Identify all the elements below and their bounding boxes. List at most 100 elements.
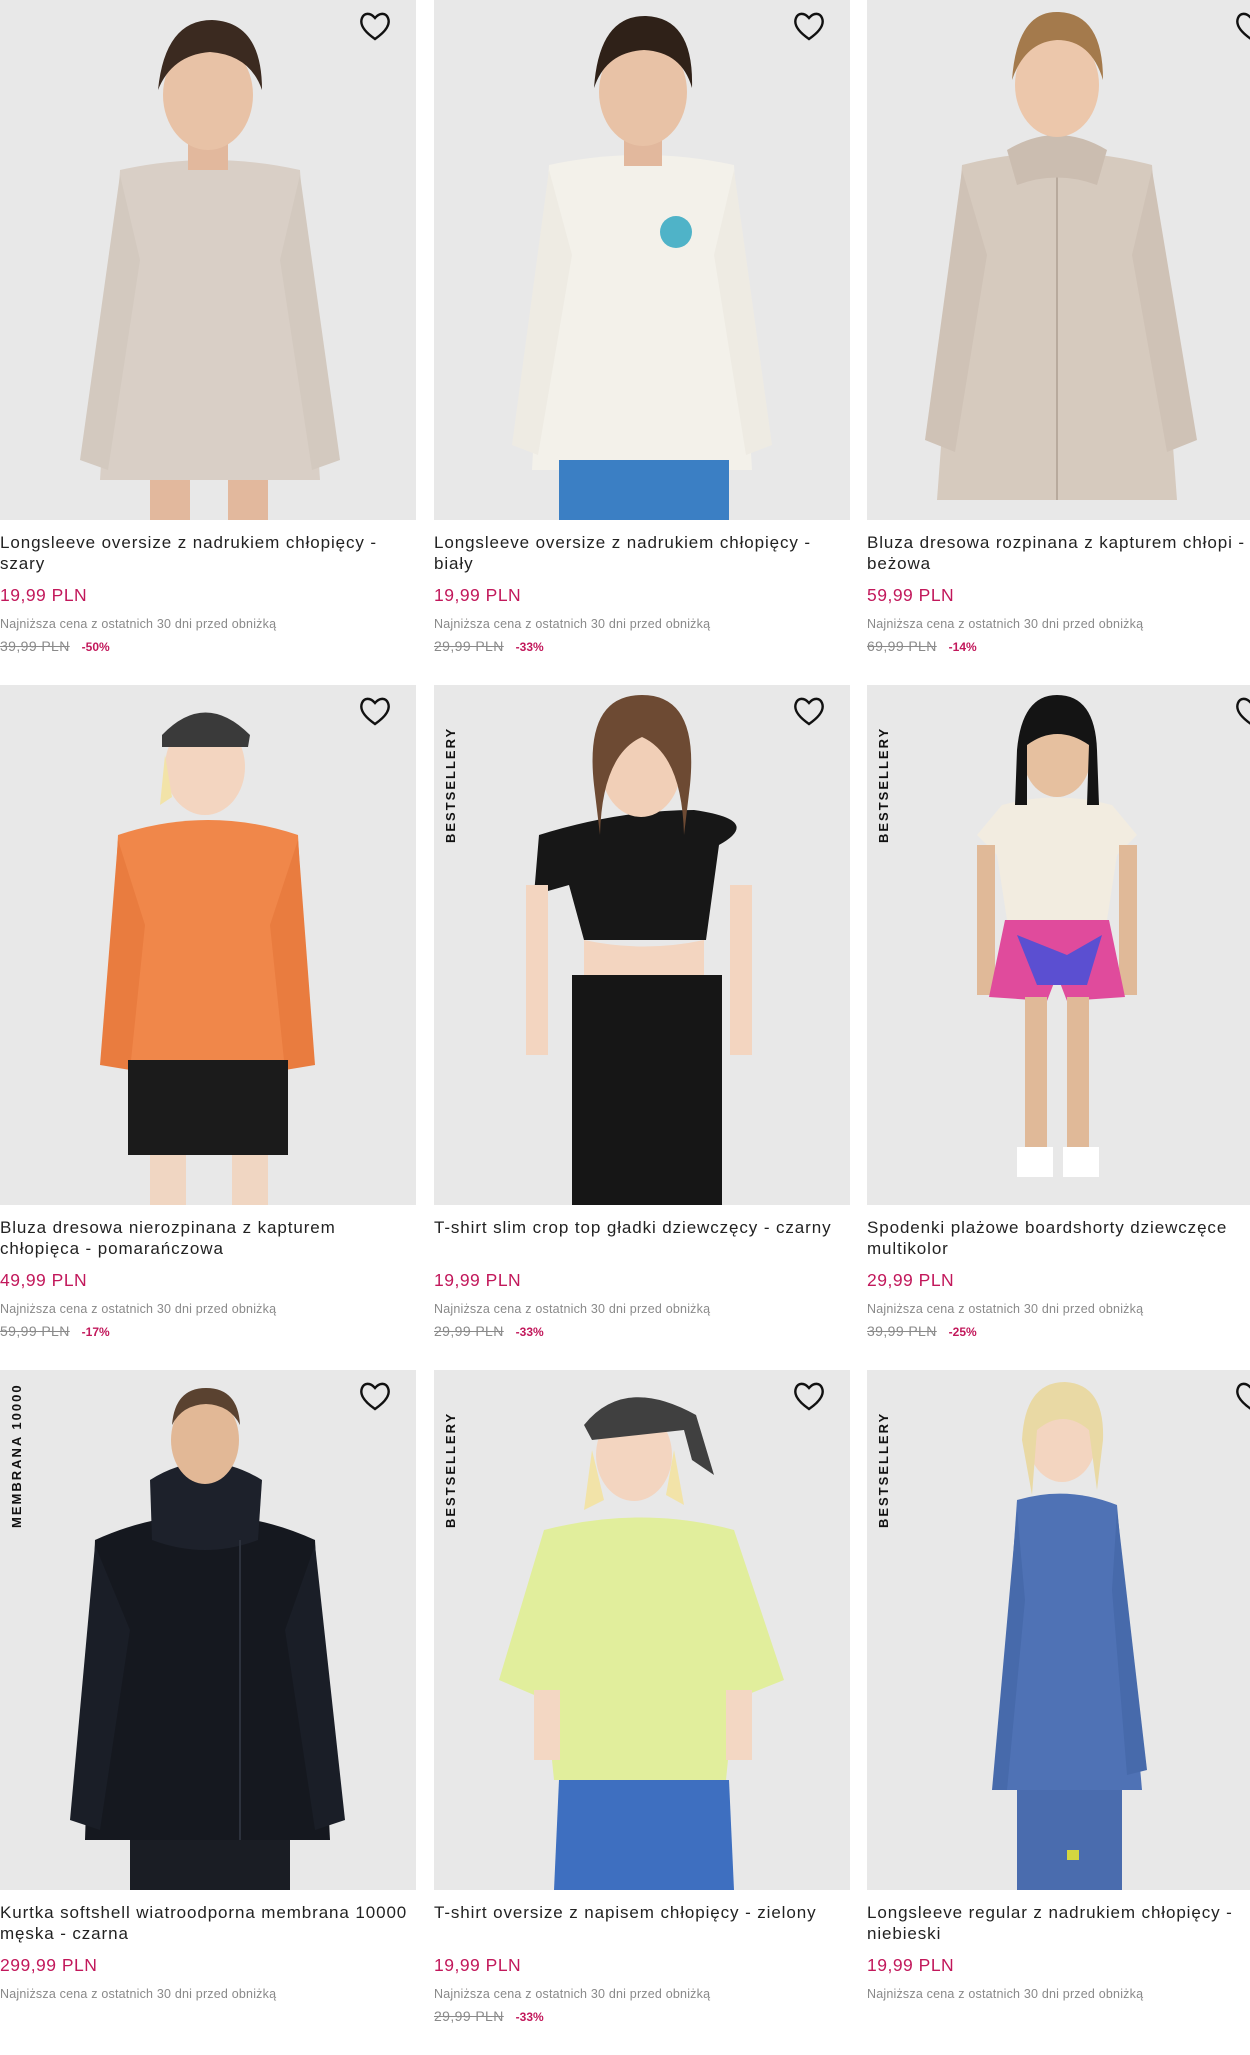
discount-badge: -50% [81, 640, 110, 654]
product-card[interactable]: MEMBRANA 10000 Kurtka softshell wiatrood… [0, 1370, 416, 2055]
product-info: T-shirt oversize z napisem chłopięcy - z… [434, 1902, 850, 2025]
product-info: T-shirt slim crop top gładki dziewczęcy … [434, 1217, 850, 1340]
old-price: 39,99 PLN [0, 638, 70, 654]
product-price: 29,99 PLN [867, 1270, 955, 1290]
lowest-price-note: Najniższa cena z ostatnich 30 dni przed … [867, 1987, 1144, 2001]
product-card[interactable]: Longsleeve oversize z nadrukiem chłopięc… [0, 0, 416, 685]
discount-badge: -33% [515, 2010, 544, 2024]
product-price: 19,99 PLN [0, 585, 88, 605]
product-badge: BESTSELLERY [875, 1378, 893, 1528]
favorite-heart-icon[interactable] [1234, 10, 1250, 42]
lowest-price-note: Najniższa cena z ostatnich 30 dni przed … [434, 1987, 711, 2001]
discount-badge: -14% [948, 640, 977, 654]
old-price: 29,99 PLN [434, 1323, 504, 1339]
old-price: 59,99 PLN [0, 1323, 70, 1339]
product-name[interactable]: Longsleeve oversize z nadrukiem chłopięc… [0, 532, 416, 574]
old-price-row: 29,99 PLN -33% [434, 1323, 850, 1340]
product-name[interactable]: Longsleeve oversize z nadrukiem chłopięc… [434, 532, 850, 574]
old-price-row: 69,99 PLN -14% [867, 638, 1250, 655]
product-photo [0, 685, 416, 1205]
product-card[interactable]: Bluza dresowa rozpinana z kapturem chłop… [867, 0, 1250, 685]
favorite-heart-icon[interactable] [792, 695, 826, 727]
product-name[interactable]: T-shirt oversize z napisem chłopięcy - z… [434, 1902, 850, 1944]
product-name[interactable]: Spodenki plażowe boardshorty dziewczęce … [867, 1217, 1250, 1259]
product-image[interactable] [434, 0, 850, 520]
favorite-heart-icon[interactable] [358, 695, 392, 727]
product-price: 19,99 PLN [867, 1955, 955, 1975]
product-name[interactable]: Longsleeve regular z nadrukiem chłopięcy… [867, 1902, 1250, 1944]
product-image[interactable] [0, 685, 416, 1205]
favorite-heart-icon[interactable] [792, 10, 826, 42]
product-info: Spodenki plażowe boardshorty dziewczęce … [867, 1217, 1250, 1340]
product-price: 59,99 PLN [867, 585, 955, 605]
product-photo [0, 0, 416, 520]
old-price-row: 39,99 PLN -25% [867, 1323, 1250, 1340]
product-name[interactable]: T-shirt slim crop top gładki dziewczęcy … [434, 1217, 850, 1259]
product-image[interactable]: BESTSELLERY [867, 685, 1250, 1205]
product-image[interactable]: BESTSELLERY [434, 685, 850, 1205]
product-info: Bluza dresowa nierozpinana z kapturem ch… [0, 1217, 416, 1340]
product-image[interactable] [867, 0, 1250, 520]
lowest-price-note: Najniższa cena z ostatnich 30 dni przed … [867, 617, 1144, 631]
product-badge: BESTSELLERY [442, 1378, 460, 1528]
favorite-heart-icon[interactable] [1234, 1380, 1250, 1412]
product-name[interactable]: Kurtka softshell wiatroodporna membrana … [0, 1902, 416, 1944]
favorite-heart-icon[interactable] [792, 1380, 826, 1412]
badge-label: BESTSELLERY [443, 726, 458, 843]
product-info: Bluza dresowa rozpinana z kapturem chłop… [867, 532, 1250, 655]
product-image[interactable]: BESTSELLERY [867, 1370, 1250, 1890]
product-photo [434, 1370, 850, 1890]
product-name[interactable]: Bluza dresowa rozpinana z kapturem chłop… [867, 532, 1250, 574]
product-card[interactable]: BESTSELLERY T-shirt oversize z napisem c… [434, 1370, 850, 2055]
product-photo [434, 685, 850, 1205]
old-price-row: 59,99 PLN -17% [0, 1323, 416, 1340]
product-info: Longsleeve oversize z nadrukiem chłopięc… [0, 532, 416, 655]
badge-label: MEMBRANA 10000 [9, 1383, 24, 1528]
product-info: Longsleeve regular z nadrukiem chłopięcy… [867, 1902, 1250, 2002]
product-info: Kurtka softshell wiatroodporna membrana … [0, 1902, 416, 2002]
product-name[interactable]: Bluza dresowa nierozpinana z kapturem ch… [0, 1217, 416, 1259]
product-photo [0, 1370, 416, 1890]
badge-label: BESTSELLERY [876, 726, 891, 843]
favorite-heart-icon[interactable] [358, 1380, 392, 1412]
discount-badge: -25% [948, 1325, 977, 1339]
product-info: Longsleeve oversize z nadrukiem chłopięc… [434, 532, 850, 655]
badge-label: BESTSELLERY [443, 1411, 458, 1528]
old-price-row: 39,99 PLN -50% [0, 638, 416, 655]
product-photo [434, 0, 850, 520]
product-image[interactable]: BESTSELLERY [434, 1370, 850, 1890]
old-price: 29,99 PLN [434, 638, 504, 654]
lowest-price-note: Najniższa cena z ostatnich 30 dni przed … [0, 1987, 277, 2001]
product-photo [867, 685, 1250, 1205]
favorite-heart-icon[interactable] [358, 10, 392, 42]
product-card[interactable]: Bluza dresowa nierozpinana z kapturem ch… [0, 685, 416, 1370]
product-badge: BESTSELLERY [442, 693, 460, 843]
product-card[interactable]: BESTSELLERY T-shirt slim crop top gładki… [434, 685, 850, 1370]
product-card[interactable]: Longsleeve oversize z nadrukiem chłopięc… [434, 0, 850, 685]
product-card[interactable]: BESTSELLERY Longsleeve regular z nadruki… [867, 1370, 1250, 2055]
discount-badge: -17% [81, 1325, 110, 1339]
old-price-row: 29,99 PLN -33% [434, 2008, 850, 2025]
product-image[interactable]: MEMBRANA 10000 [0, 1370, 416, 1890]
favorite-heart-icon[interactable] [1234, 695, 1250, 727]
lowest-price-note: Najniższa cena z ostatnich 30 dni przed … [434, 617, 711, 631]
product-price: 19,99 PLN [434, 1270, 522, 1290]
lowest-price-note: Najniższa cena z ostatnich 30 dni przed … [867, 1302, 1144, 1316]
product-price: 49,99 PLN [0, 1270, 88, 1290]
product-badge: MEMBRANA 10000 [8, 1378, 26, 1528]
badge-label: BESTSELLERY [876, 1411, 891, 1528]
product-grid: Longsleeve oversize z nadrukiem chłopięc… [0, 0, 1250, 2024]
lowest-price-note: Najniższa cena z ostatnich 30 dni przed … [0, 1302, 277, 1316]
product-price: 299,99 PLN [0, 1955, 98, 1975]
product-image[interactable] [0, 0, 416, 520]
discount-badge: -33% [515, 640, 544, 654]
product-photo [867, 1370, 1250, 1890]
lowest-price-note: Najniższa cena z ostatnich 30 dni przed … [0, 617, 277, 631]
product-badge: BESTSELLERY [875, 693, 893, 843]
product-card[interactable]: BESTSELLERY Spodenki plażowe boardshorty… [867, 685, 1250, 1370]
old-price: 29,99 PLN [434, 2008, 504, 2024]
product-price: 19,99 PLN [434, 1955, 522, 1975]
old-price: 39,99 PLN [867, 1323, 937, 1339]
old-price-row: 29,99 PLN -33% [434, 638, 850, 655]
product-price: 19,99 PLN [434, 585, 522, 605]
